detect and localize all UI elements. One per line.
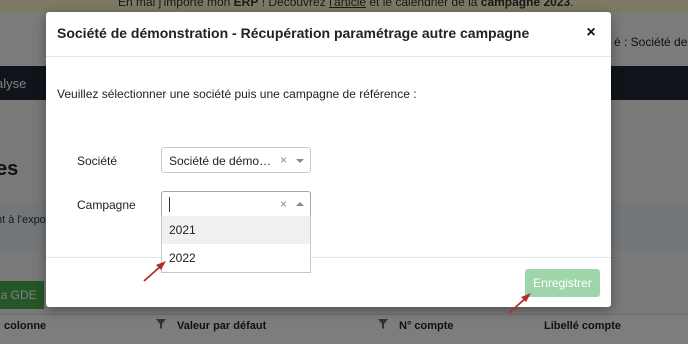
campagne-select[interactable]: × — [161, 191, 311, 217]
dropdown-option-2022[interactable]: 2022 — [162, 244, 310, 272]
campagne-dropdown: 2021 2022 — [161, 216, 311, 273]
dropdown-option-2021[interactable]: 2021 — [162, 216, 310, 244]
chevron-up-icon[interactable] — [296, 202, 304, 206]
campagne-label: Campagne — [77, 198, 136, 212]
clear-icon[interactable]: × — [280, 197, 287, 211]
societe-selected-value: Société de démonstration — [169, 154, 277, 168]
save-button[interactable]: Enregistrer — [525, 269, 600, 297]
text-cursor — [169, 197, 170, 212]
chevron-down-icon[interactable] — [296, 159, 304, 163]
societe-label: Société — [77, 154, 118, 168]
clear-icon[interactable]: × — [280, 153, 287, 167]
recuperation-modal: Société de démonstration - Récupération … — [46, 12, 611, 307]
modal-title: Société de démonstration - Récupération … — [57, 25, 530, 41]
societe-select[interactable]: Société de démonstration × — [161, 147, 311, 173]
modal-header: Société de démonstration - Récupération … — [46, 12, 611, 57]
modal-instruction: Veuillez sélectionner une société puis u… — [57, 87, 417, 101]
close-icon[interactable]: × — [582, 23, 600, 43]
